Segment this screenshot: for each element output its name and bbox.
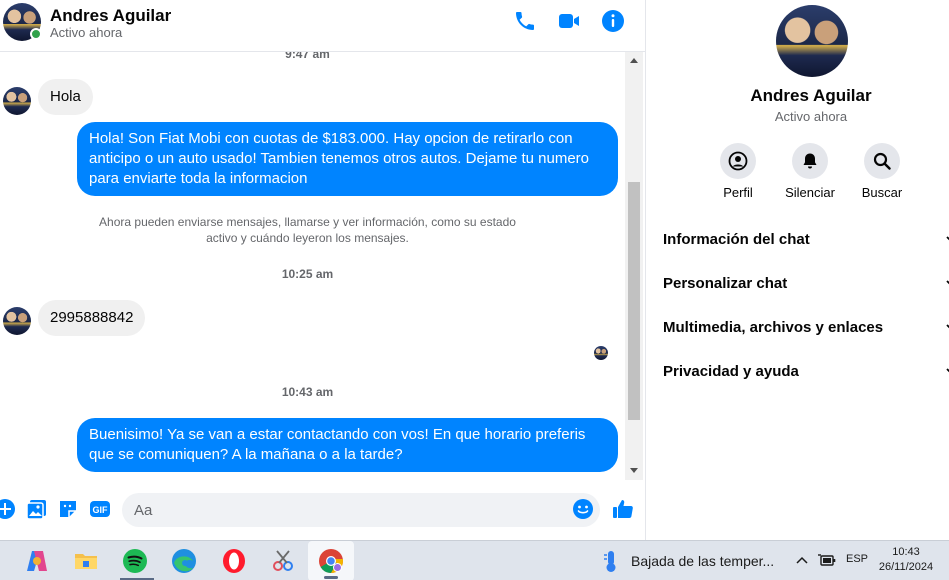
- chevron-down-icon: [946, 236, 949, 241]
- clock-time: 10:43: [892, 546, 920, 558]
- incoming-message[interactable]: Hola: [38, 79, 93, 115]
- bell-icon: [803, 153, 817, 169]
- chevron-down-icon: [946, 280, 949, 285]
- search-button[interactable]: Buscar: [847, 143, 917, 200]
- gif-icon[interactable]: GIF: [89, 498, 111, 520]
- video-call-icon[interactable]: [557, 9, 581, 33]
- plus-icon[interactable]: [0, 498, 16, 520]
- scroll-thumb[interactable]: [628, 182, 640, 420]
- incoming-message[interactable]: 2995888842: [38, 300, 146, 336]
- chat-details-panel: Andres Aguilar Activo ahora Perfil Silen…: [645, 0, 949, 540]
- contact-status: Activo ahora: [50, 25, 123, 40]
- info-icon[interactable]: [601, 9, 625, 33]
- info-notice-line1: Ahora pueden enviarse mensajes, llamarse…: [99, 215, 516, 229]
- mute-button-label: Silenciar: [785, 185, 835, 200]
- message-composer: GIF: [0, 488, 645, 532]
- chat-pane: Andres Aguilar Activo ahora 9:47 am Hola…: [0, 0, 645, 540]
- message-input[interactable]: [122, 493, 600, 527]
- profile-avatar[interactable]: [776, 5, 848, 77]
- edge-browser-icon[interactable]: [170, 547, 198, 575]
- emoji-icon[interactable]: [572, 498, 594, 520]
- input-language[interactable]: ESP: [846, 553, 868, 565]
- clock-date: 26/11/2024: [878, 561, 934, 573]
- svg-text:GIF: GIF: [93, 505, 109, 515]
- sender-avatar[interactable]: [3, 87, 31, 115]
- section-privacy-help[interactable]: Privacidad y ayuda: [663, 351, 949, 391]
- search-button-label: Buscar: [861, 185, 903, 200]
- timestamp: 9:47 am: [285, 52, 330, 61]
- profile-icon: [728, 151, 748, 171]
- search-icon: [873, 152, 891, 170]
- copilot-icon[interactable]: [23, 547, 51, 575]
- online-status-dot: [30, 28, 42, 40]
- scroll-down-arrow[interactable]: [630, 468, 638, 473]
- profile-button[interactable]: Perfil: [703, 143, 773, 200]
- windows-taskbar: Bajada de las temper... ESP 10:43 26/11/…: [0, 540, 949, 580]
- section-label: Personalizar chat: [663, 274, 788, 292]
- opera-browser-icon[interactable]: [220, 547, 248, 575]
- outgoing-message[interactable]: Buenisimo! Ya se van a estar contactando…: [77, 418, 618, 472]
- sticker-icon[interactable]: [57, 498, 79, 520]
- mute-button[interactable]: Silenciar: [775, 143, 845, 200]
- chevron-down-icon: [946, 368, 949, 373]
- section-media-files-links[interactable]: Multimedia, archivos y enlaces: [663, 307, 949, 347]
- timestamp: 10:43 am: [281, 385, 334, 399]
- spotify-icon[interactable]: [121, 547, 149, 575]
- section-chat-info[interactable]: Información del chat: [663, 219, 949, 259]
- outgoing-message[interactable]: Hola! Son Fiat Mobi con cuotas de $183.0…: [77, 122, 618, 196]
- snipping-tool-icon[interactable]: [269, 547, 297, 575]
- section-label: Información del chat: [663, 230, 810, 248]
- chat-header: Andres Aguilar Activo ahora: [0, 0, 645, 52]
- weather-text: Bajada de las temper...: [631, 553, 775, 569]
- info-notice-line2: activo y cuándo leyeron los mensajes.: [206, 231, 409, 245]
- section-customize-chat[interactable]: Personalizar chat: [663, 263, 949, 303]
- timestamp: 10:25 am: [281, 267, 334, 281]
- chrome-active-indicator: [324, 576, 338, 579]
- image-icon[interactable]: [26, 498, 48, 520]
- message-list[interactable]: 9:47 am Hola Hola! Son Fiat Mobi con cuo…: [0, 52, 625, 480]
- chevron-up-icon[interactable]: [796, 555, 808, 565]
- clock[interactable]: 10:43 26/11/2024: [870, 545, 942, 575]
- seen-indicator-avatar: [594, 346, 608, 360]
- battery-icon[interactable]: [818, 553, 836, 567]
- thumbs-up-icon[interactable]: [612, 498, 634, 520]
- weather-widget[interactable]: Bajada de las temper...: [601, 541, 774, 580]
- message-scrollbar[interactable]: [625, 52, 643, 480]
- contact-name[interactable]: Andres Aguilar: [50, 6, 171, 26]
- section-label: Privacidad y ayuda: [663, 362, 799, 380]
- scroll-up-arrow[interactable]: [630, 58, 638, 63]
- sender-avatar[interactable]: [3, 307, 31, 335]
- file-explorer-icon[interactable]: [72, 547, 100, 575]
- profile-button-label: Perfil: [723, 185, 753, 200]
- phone-call-icon[interactable]: [513, 9, 537, 33]
- thermometer-icon: [604, 551, 616, 572]
- profile-status: Activo ahora: [774, 109, 848, 124]
- chrome-browser-icon: [319, 549, 343, 573]
- chevron-down-icon: [946, 324, 949, 329]
- taskbar-active-app-bg[interactable]: [308, 541, 354, 580]
- profile-name: Andres Aguilar: [750, 86, 872, 105]
- section-label: Multimedia, archivos y enlaces: [663, 318, 884, 336]
